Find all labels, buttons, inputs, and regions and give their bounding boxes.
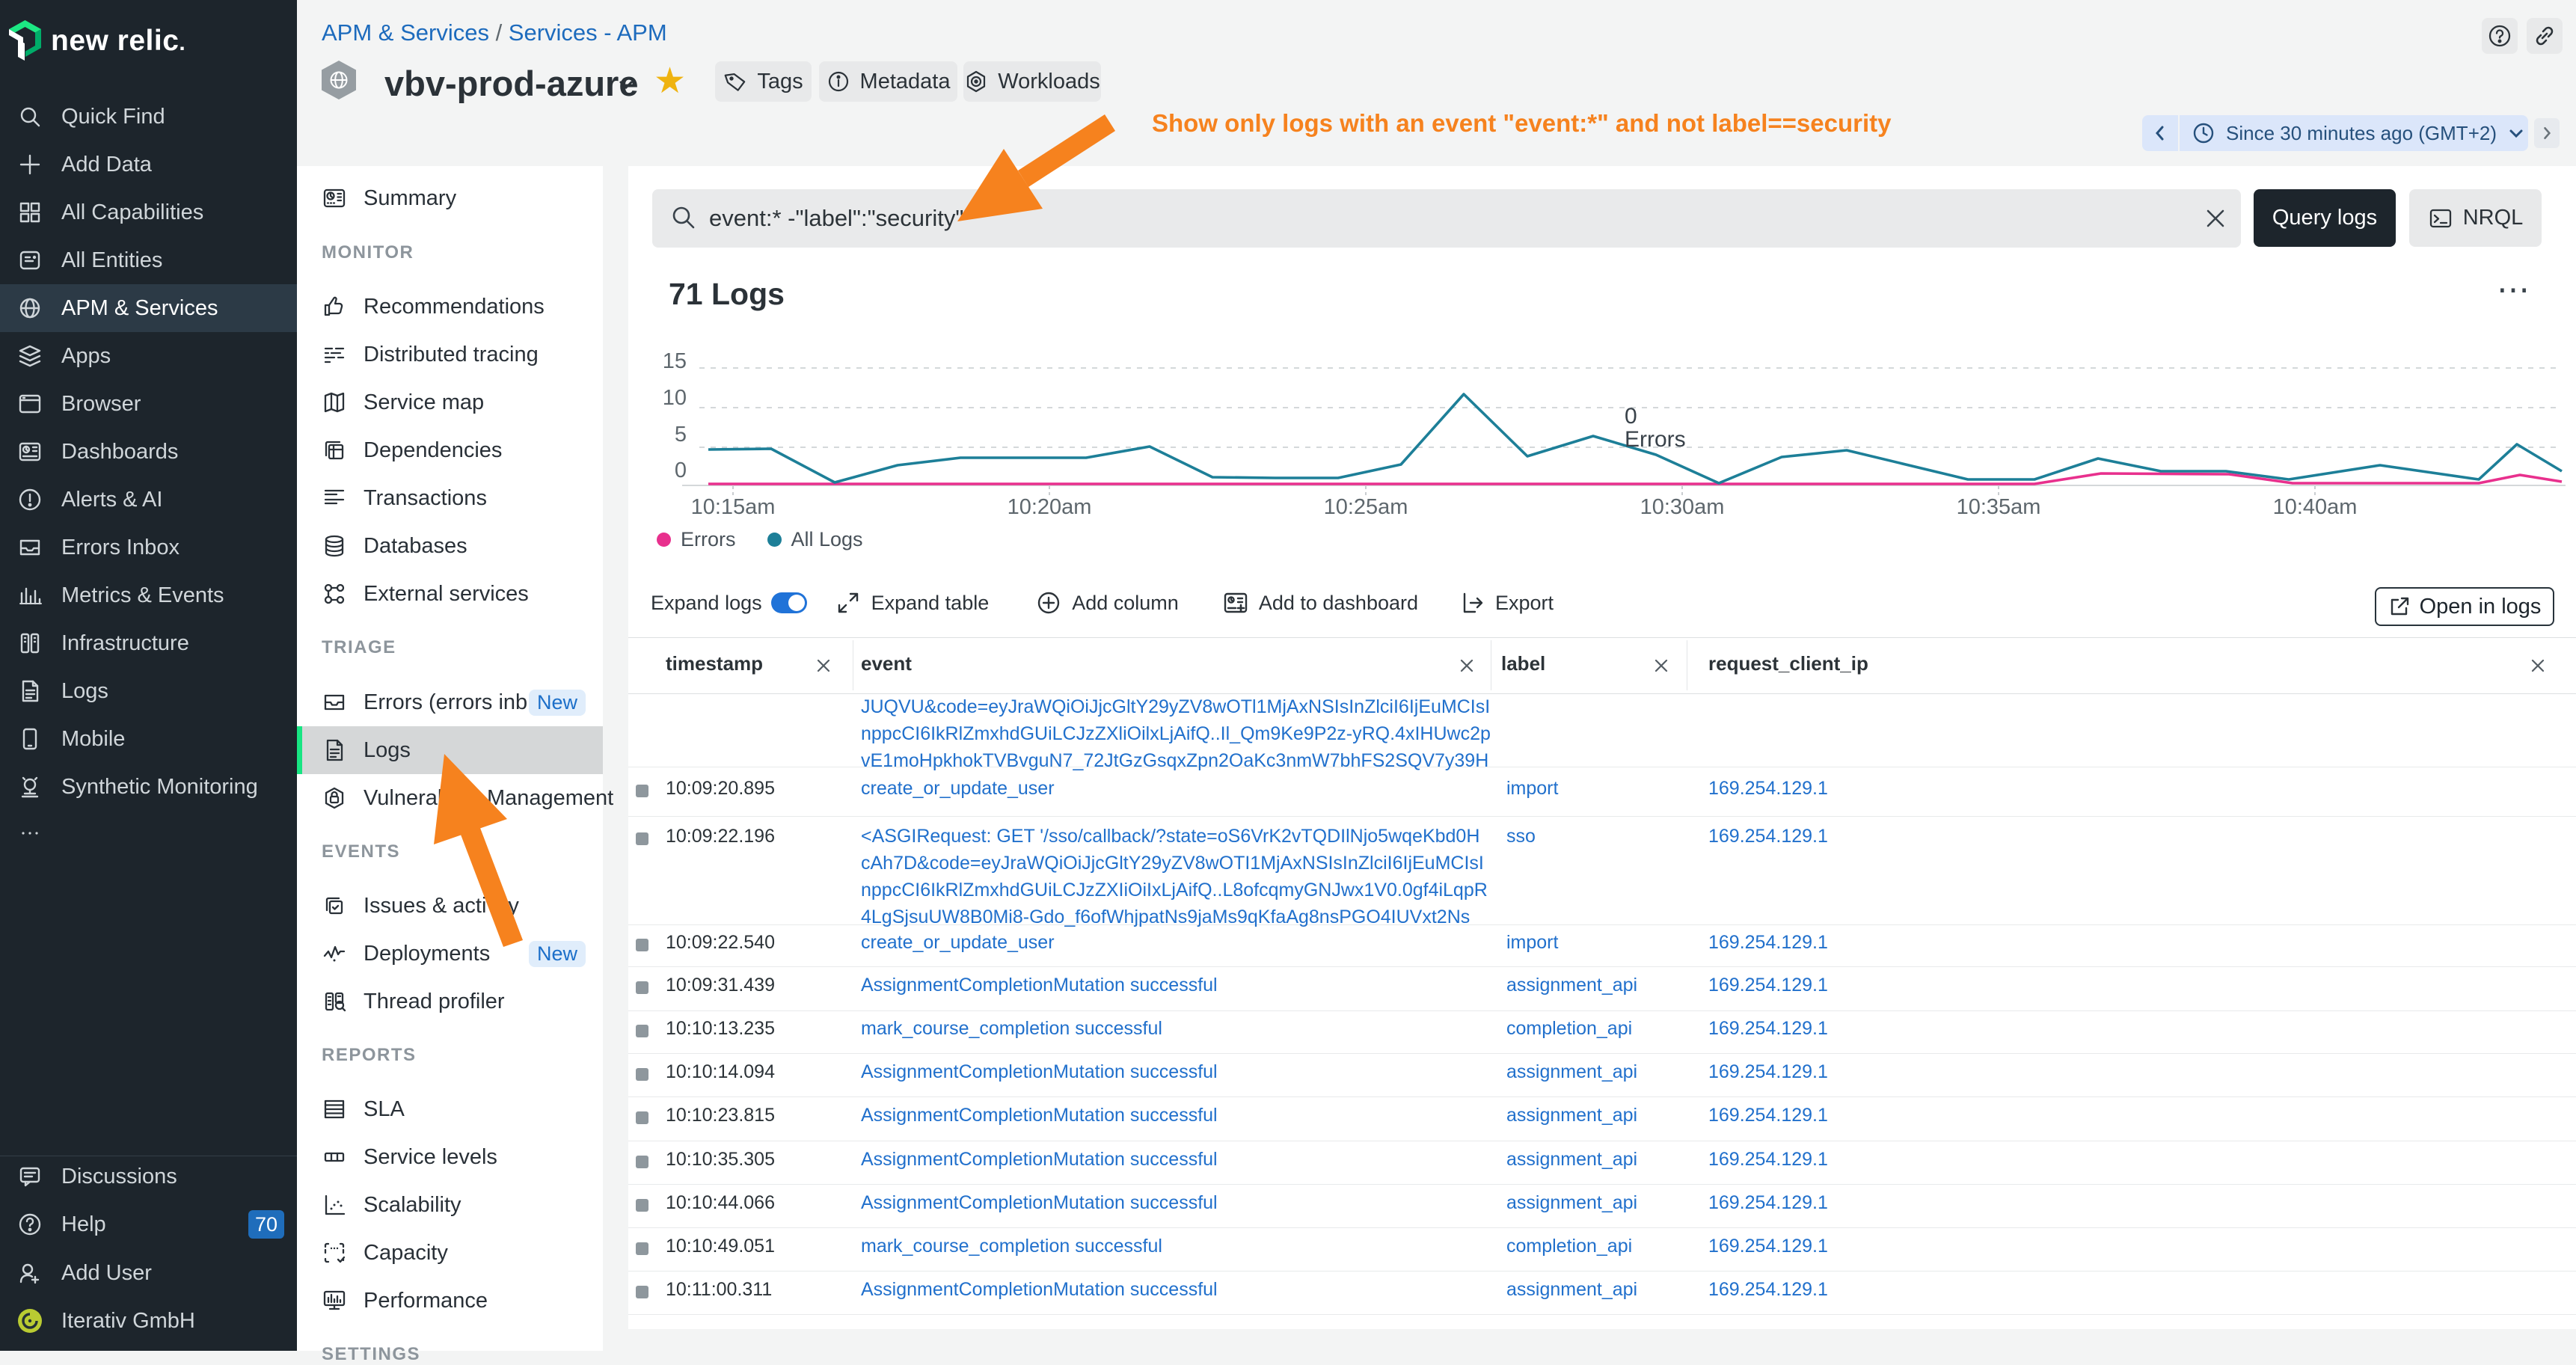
svg-text:Show only logs with an event ": Show only logs with an event "event:*" a… bbox=[1152, 109, 1892, 137]
